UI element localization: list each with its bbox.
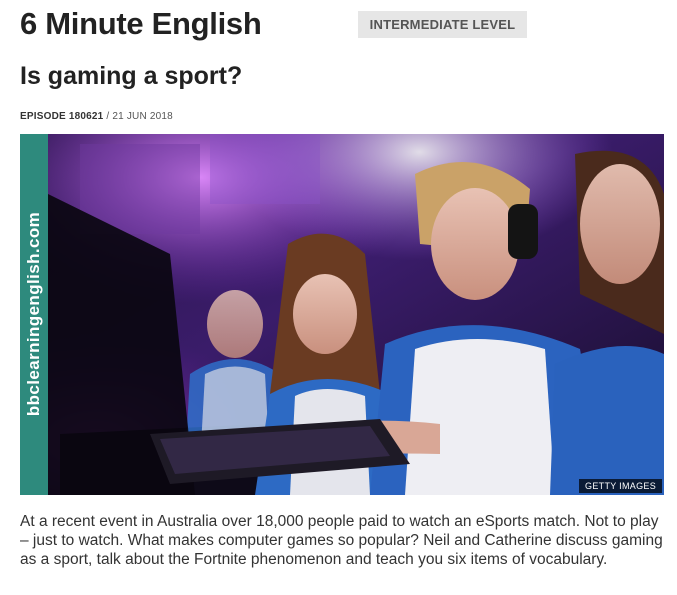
level-badge: INTERMEDIATE LEVEL <box>358 11 527 38</box>
series-title: 6 Minute English <box>20 6 262 41</box>
episode-number: EPISODE 180621 <box>20 111 104 122</box>
brand-url: bbclearningenglish.com <box>24 211 43 417</box>
hero-image: bbclearningenglish.com GETTY IMAGES <box>20 134 664 495</box>
image-credit: GETTY IMAGES <box>579 479 662 493</box>
episode-title: Is gaming a sport? <box>20 62 243 90</box>
episode-intro: At a recent event in Australia over 18,0… <box>20 513 663 568</box>
episode-meta: EPISODE 180621 / 21 JUN 2018 <box>20 111 173 122</box>
gamers-photo <box>20 134 664 495</box>
episode-date: 21 JUN 2018 <box>112 111 173 122</box>
meta-separator: / <box>103 111 113 122</box>
